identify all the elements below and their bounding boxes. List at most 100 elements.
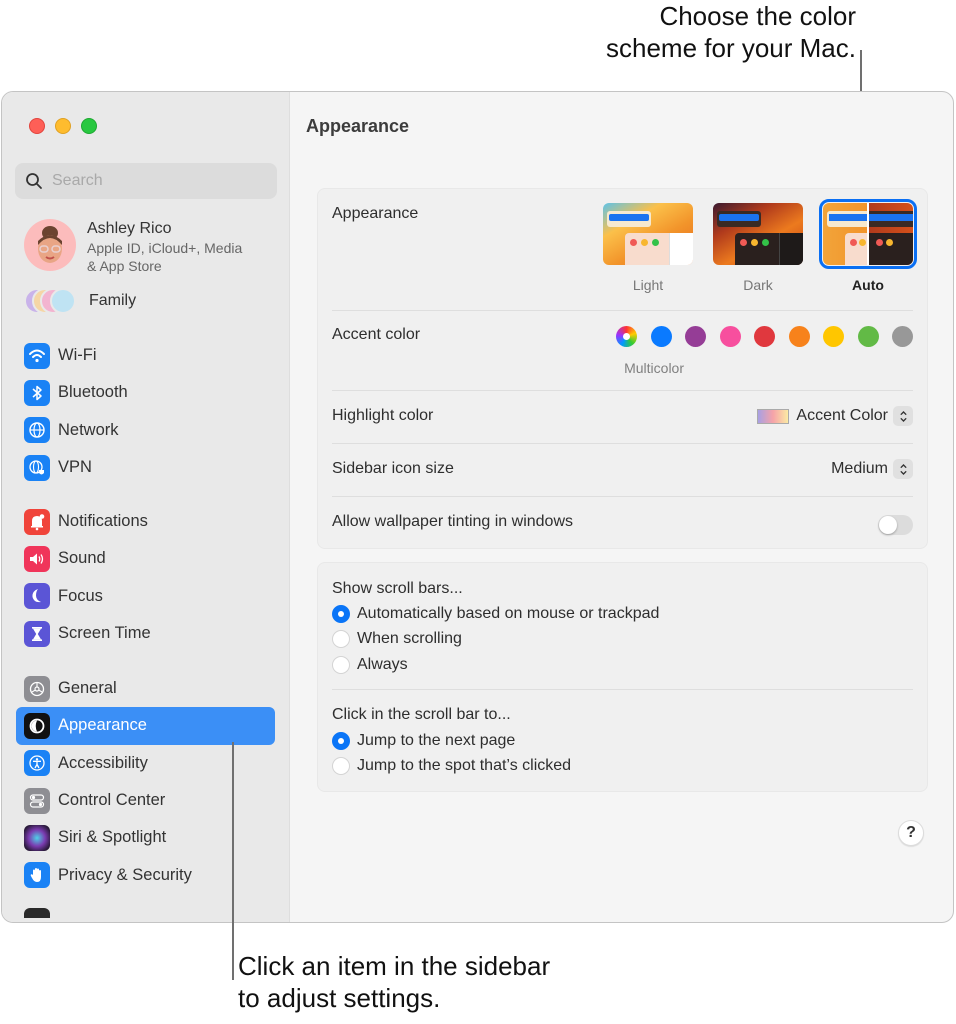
chevron-updown-icon [893, 406, 913, 426]
wallpaper-tinting-label: Allow wallpaper tinting in windows [332, 513, 574, 530]
radio-label: Jump to the spot that’s clicked [357, 757, 572, 774]
sidebar-item-wifi[interactable]: Wi-Fi [16, 337, 275, 374]
sidebar-item-network[interactable]: Network [16, 412, 275, 449]
radio-jump-next-page[interactable]: Jump to the next page [332, 732, 515, 750]
search-field[interactable] [15, 163, 277, 199]
accent-swatch-green[interactable] [857, 326, 879, 347]
hourglass-icon [24, 620, 50, 647]
sidebar-icon-size-value: Medium [831, 460, 888, 477]
accessibility-icon [24, 750, 50, 777]
radio-button [332, 732, 350, 750]
dark-label: Dark [743, 277, 773, 293]
radio-button [332, 656, 350, 674]
click-scroll-bar-title: Click in the scroll bar to... [332, 706, 511, 723]
sidebar-item-partial[interactable] [16, 894, 275, 918]
minimize-button[interactable] [55, 118, 71, 134]
sidebar-item-notifications[interactable]: Notifications [16, 503, 275, 540]
appearance-option-dark[interactable]: Dark [713, 203, 803, 293]
sidebar-item-sound[interactable]: Sound [16, 540, 275, 577]
accent-swatch-orange[interactable] [788, 326, 810, 347]
radio-jump-to-spot[interactable]: Jump to the spot that’s clicked [332, 757, 571, 775]
accent-swatch-multicolor[interactable] [616, 326, 637, 347]
radio-scroll-always[interactable]: Always [332, 656, 408, 674]
sidebar-item-label: Siri & Spotlight [58, 828, 167, 847]
wallpaper-tinting-toggle[interactable] [878, 515, 913, 535]
light-label: Light [632, 277, 664, 293]
callout-line-2: scheme for your Mac. [606, 33, 856, 63]
sidebar-item-screen-time[interactable]: Screen Time [16, 615, 275, 652]
system-settings-window: Ashley Rico Apple ID, iCloud+, Media & A… [1, 91, 954, 923]
accent-color-swatches [616, 326, 913, 347]
sidebar-item-control-center[interactable]: Control Center [16, 782, 275, 819]
radio-scroll-automatic[interactable]: Automatically based on mouse or trackpad [332, 605, 659, 623]
auto-mode-preview-icon [819, 199, 917, 269]
accent-swatch-blue[interactable] [650, 326, 672, 347]
globe-icon [24, 417, 50, 444]
radio-label: Automatically based on mouse or trackpad [357, 605, 660, 622]
dark-mode-preview-icon [713, 203, 803, 265]
divider [332, 689, 913, 690]
highlight-color-popup[interactable]: Accent Color [757, 406, 913, 426]
accent-color-row: Accent color Multicolor [332, 311, 913, 391]
appearance-option-light[interactable]: Light [603, 203, 693, 293]
accent-swatch-graphite[interactable] [892, 326, 913, 347]
accent-swatch-yellow[interactable] [823, 326, 844, 347]
sidebar-item-family[interactable]: Family [24, 288, 136, 314]
appearance-icon [24, 712, 50, 739]
help-button[interactable]: ? [898, 820, 924, 846]
auto-label: Auto [852, 277, 884, 293]
account-subtitle-2: & App Store [87, 258, 162, 274]
gear-icon [24, 675, 50, 702]
sidebar-item-privacy-security[interactable]: Privacy & Security [16, 856, 275, 893]
appearance-options: Light Dark Auto [603, 199, 917, 293]
callout-color-scheme: Choose the color scheme for your Mac. [456, 0, 856, 64]
bluetooth-icon [24, 379, 50, 406]
callout-pointer-bottom [232, 742, 234, 980]
sidebar-item-bluetooth[interactable]: Bluetooth [16, 374, 275, 411]
close-button[interactable] [29, 118, 45, 134]
radio-scroll-when-scrolling[interactable]: When scrolling [332, 630, 462, 648]
sidebar-icon-size-row: Sidebar icon size Medium [332, 444, 913, 497]
toggles-icon [24, 787, 50, 814]
moon-icon [24, 583, 50, 610]
highlight-color-value: Accent Color [796, 407, 888, 424]
page-title: Appearance [306, 116, 410, 136]
sidebar: Ashley Rico Apple ID, iCloud+, Media & A… [2, 92, 290, 922]
sidebar-item-label: Bluetooth [58, 383, 128, 402]
sidebar-item-general[interactable]: General [16, 670, 275, 707]
account-name: Ashley Rico [87, 220, 172, 237]
chevron-updown-icon [893, 459, 913, 479]
sidebar-item-label: Screen Time [58, 624, 151, 643]
radio-label: Jump to the next page [357, 732, 516, 749]
sidebar-item-label: Focus [58, 586, 103, 605]
sidebar-item-accessibility[interactable]: Accessibility [16, 745, 275, 782]
sidebar-group-network: Wi-Fi Bluetooth Network VPN [16, 337, 275, 486]
account-subtitle: Apple ID, iCloud+, Media [87, 240, 243, 256]
callout-line-2: to adjust settings. [238, 983, 441, 1013]
accent-swatch-pink[interactable] [719, 326, 741, 347]
appearance-option-auto[interactable]: Auto [819, 199, 917, 293]
sidebar-icon-size-popup[interactable]: Medium [831, 459, 913, 479]
sidebar-item-focus[interactable]: Focus [16, 578, 275, 615]
accent-swatch-red[interactable] [754, 326, 775, 347]
light-mode-preview-icon [603, 203, 693, 265]
main-panel: Appearance Appearance Light Dark Auto Ac… [291, 92, 953, 922]
sidebar-item-siri-spotlight[interactable]: Siri & Spotlight [16, 819, 275, 856]
search-input[interactable] [52, 172, 252, 190]
sidebar-item-label: Network [58, 420, 119, 439]
account-item[interactable]: Ashley Rico Apple ID, iCloud+, Media & A… [24, 219, 242, 275]
highlight-color-swatch [757, 408, 790, 424]
highlight-color-label: Highlight color [332, 407, 434, 424]
accent-selected-label: Multicolor [624, 360, 684, 376]
accent-swatch-purple[interactable] [685, 326, 706, 347]
siri-icon [24, 824, 50, 851]
zoom-button[interactable] [81, 118, 97, 134]
speaker-icon [24, 545, 50, 572]
sidebar-item-vpn[interactable]: VPN [16, 449, 275, 486]
hand-icon [24, 862, 50, 889]
wifi-icon [24, 342, 50, 369]
sidebar-item-appearance[interactable]: Appearance [16, 707, 275, 745]
sidebar-item-label: Control Center [58, 791, 166, 810]
window-controls [29, 118, 97, 134]
radio-label: When scrolling [357, 630, 462, 647]
